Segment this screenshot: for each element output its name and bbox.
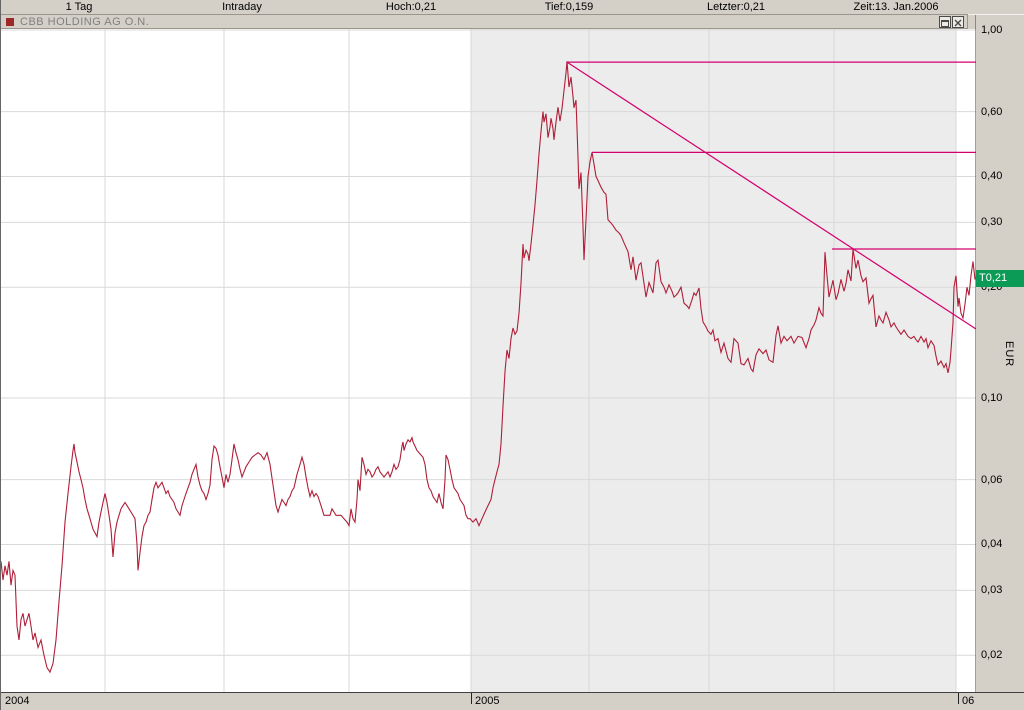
restore-window-button[interactable] (939, 16, 951, 28)
restore-icon (940, 19, 950, 27)
title-bar[interactable]: CBB HOLDING AG O.N. (1, 14, 968, 29)
window-controls (938, 16, 964, 28)
info-high: Hoch:0,21 (385, 1, 437, 13)
chart-window: 1 Tag Intraday Hoch:0,21 Tief:0,159 Letz… (0, 0, 1024, 710)
shaded-band-2005 (471, 29, 956, 692)
info-low: Tief:0,159 (544, 1, 594, 13)
info-last: Letzter:0,21 (706, 1, 766, 13)
y-axis-tick-label: 0,40 (981, 170, 1003, 183)
y-axis-tick-label: 0,04 (981, 538, 1003, 551)
y-axis-unit-label: EUR (1003, 341, 1015, 368)
x-axis-tick (471, 693, 472, 704)
chart-area[interactable] (1, 29, 1024, 692)
info-bar: 1 Tag Intraday Hoch:0,21 Tief:0,159 Letz… (1, 0, 1024, 15)
info-time: Zeit:13. Jan.2006 (853, 1, 939, 13)
y-axis: 1,000,600,400,300,200,100,060,040,030,02… (976, 14, 1024, 692)
y-axis-tick-label: 0,30 (981, 216, 1003, 229)
y-axis-tick-label: 1,00 (981, 24, 1003, 36)
y-axis-tick-label: 0,03 (981, 584, 1003, 597)
y-axis-tick-label: 0,06 (981, 473, 1003, 486)
close-window-button[interactable] (952, 16, 964, 28)
x-axis-label: 2004 (5, 695, 30, 707)
x-axis-label: 2005 (475, 695, 500, 707)
y-axis-tick-label: 0,60 (981, 105, 1003, 118)
window-title: CBB HOLDING AG O.N. (20, 16, 150, 28)
x-axis-tick (958, 693, 959, 704)
info-mode: Intraday (222, 1, 262, 13)
x-axis-label: 06 (962, 695, 975, 707)
close-icon (953, 19, 963, 27)
info-period: 1 Tag (65, 1, 93, 13)
y-axis-tick-label: 0,10 (981, 392, 1003, 404)
x-axis: 2004 2005 06 (1, 692, 1024, 710)
series-color-swatch-icon (6, 18, 14, 26)
y-axis-tick-label: 0,02 (981, 649, 1003, 662)
last-price-badge: T0,21 (976, 270, 1024, 288)
